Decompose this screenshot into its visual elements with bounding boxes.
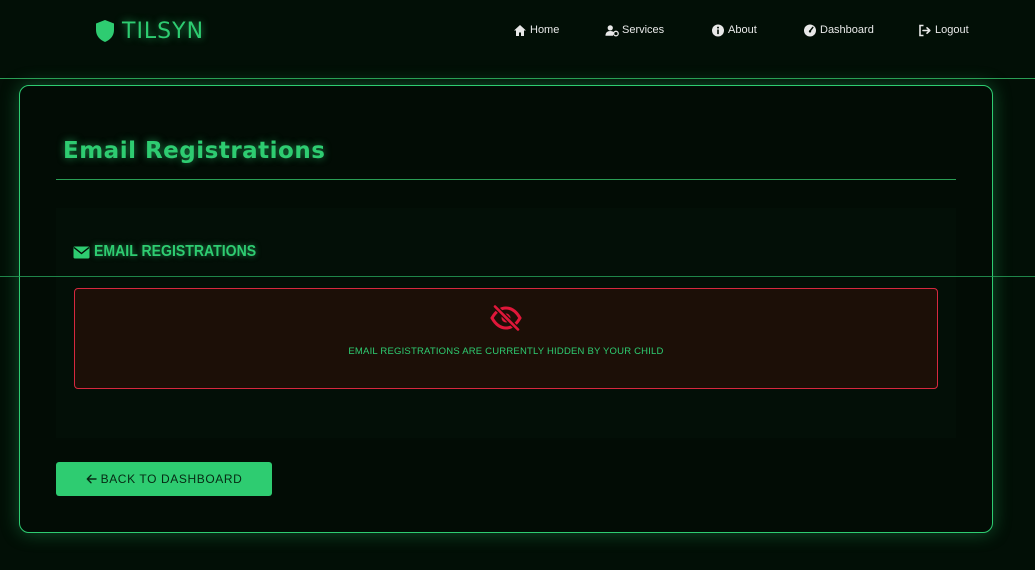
logout-icon <box>918 24 932 37</box>
title-divider <box>56 179 956 180</box>
alert-message: EMAIL REGISTRATIONS ARE CURRENTLY HIDDEN… <box>348 346 664 357</box>
nav-about-label: About <box>728 24 757 36</box>
info-icon <box>711 24 725 37</box>
brand-name: TILSYN <box>122 18 205 44</box>
nav-home[interactable]: Home <box>513 22 559 38</box>
nav-services-label: Services <box>622 24 665 36</box>
envelope-icon <box>73 246 90 259</box>
nav-logout[interactable]: Logout <box>918 22 969 38</box>
gauge-icon <box>803 24 817 37</box>
hidden-alert: EMAIL REGISTRATIONS ARE CURRENTLY HIDDEN… <box>74 288 938 389</box>
registrations-panel: EMAIL REGISTRATIONS EMAIL REGISTRATIONS … <box>56 208 956 438</box>
back-to-dashboard-button[interactable]: BACK TO DASHBOARD <box>56 462 272 496</box>
arrow-left-icon <box>86 474 97 484</box>
nav-logout-label: Logout <box>935 24 969 36</box>
nav-dashboard[interactable]: Dashboard <box>803 22 874 38</box>
nav-services[interactable]: Services <box>605 22 664 38</box>
panel-header: EMAIL REGISTRATIONS <box>73 243 278 261</box>
eye-slash-icon <box>490 305 522 331</box>
page-title: Email Registrations <box>63 138 326 164</box>
panel-title: EMAIL REGISTRATIONS <box>94 243 257 260</box>
user-gear-icon <box>605 24 619 37</box>
nav-dashboard-label: Dashboard <box>820 24 874 36</box>
back-button-label: BACK TO DASHBOARD <box>100 472 243 486</box>
nav-home-label: Home <box>530 24 560 36</box>
navbar: TILSYN Home Services About Dashboard Log… <box>0 0 1035 79</box>
home-icon <box>513 24 527 37</box>
scan-line <box>0 276 1035 277</box>
shield-icon <box>94 19 116 43</box>
main-card: Email Registrations EMAIL REGISTRATIONS … <box>19 85 993 533</box>
brand-logo[interactable]: TILSYN <box>94 18 204 44</box>
nav-about[interactable]: About <box>711 22 757 38</box>
